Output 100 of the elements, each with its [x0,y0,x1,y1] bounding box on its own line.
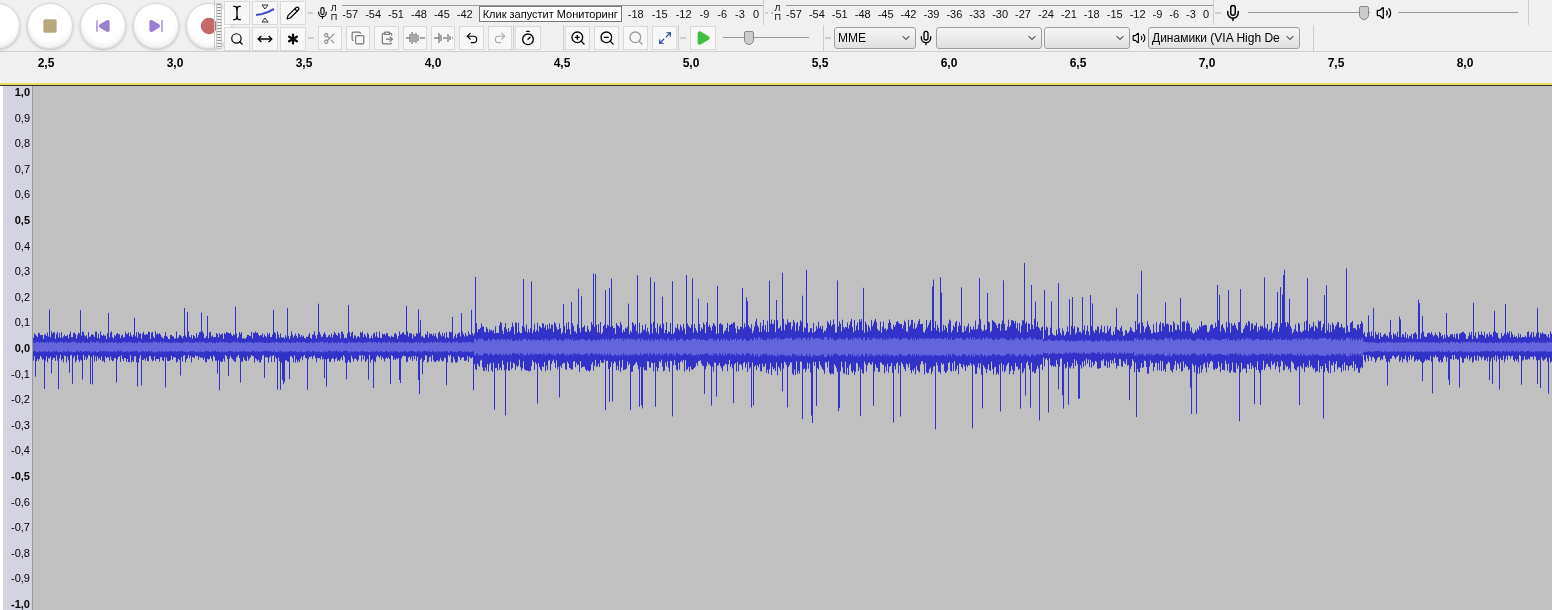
toolbar-grip[interactable] [308,11,313,14]
skip-to-end-button[interactable] [133,2,179,49]
audio-host-dropdown[interactable]: MME [834,27,916,49]
trim-icon [404,31,425,45]
zoom-tool-button[interactable] [224,27,250,51]
toolbar-grip[interactable] [765,11,768,14]
stop-icon [42,17,58,34]
fit-project-button[interactable] [652,26,677,50]
meter-tick-label: -24 [1038,8,1054,20]
scale-label: -0,1 [11,367,30,380]
draw-tool-button[interactable] [280,1,306,25]
envelope-icon [254,3,276,23]
trim-button[interactable] [402,26,428,50]
slider-thumb[interactable] [743,31,754,45]
multi-tool-button[interactable] [280,27,306,51]
meter-tick-label: -15 [651,8,668,20]
scissors-icon [323,31,337,45]
channel-label: Л [330,3,338,13]
skip-to-start-button[interactable] [80,2,126,49]
zoom-out-icon [598,30,615,46]
sync-lock-button[interactable] [515,26,541,50]
record-icon [200,16,218,35]
paste-icon [379,31,394,45]
selection-tool-button[interactable] [224,1,250,25]
scale-label: -0,2 [11,393,30,406]
time-shift-tool-button[interactable] [252,27,278,51]
play-icon [695,30,711,46]
stopwatch-icon [520,30,536,46]
ruler-label: 4,5 [553,56,571,70]
ruler-label: 7,0 [1198,56,1216,70]
skip-to-end-icon [148,17,164,34]
meter-tick-label: -18 [1083,8,1100,20]
meter-tick-label: -27 [1015,8,1031,20]
scale-label: -0,5 [11,469,30,482]
meter-tick-label: -9 [1152,8,1163,20]
scale-label: 0,0 [14,341,30,354]
scale-label: 0,3 [14,265,30,278]
expand-arrows-icon [657,31,672,45]
meter-tick-label: -51 [831,8,848,20]
toolbar-grip[interactable] [216,3,222,49]
scale-label: 0,5 [14,213,30,226]
scale-label: 1,0 [14,86,30,98]
meter-tick-label: -57 [786,8,802,20]
meter-tick-label: 0 [752,8,759,20]
meter-tick-label: -6 [717,8,728,20]
scale-label: -0,8 [11,546,30,559]
meter-tick-label: -9 [699,8,710,20]
playback-meter[interactable]: -57 -54 -51 -48 -45 -42 -39 -36 -33 -30 -27 -24 -21 -18 -15 -12 -9 -6 -3 0 [786,4,1213,23]
magnifier-icon [230,32,244,46]
scale-label: 0,7 [14,162,30,175]
scale-label: 0,8 [14,137,30,150]
meter-tick-label: -48 [410,8,427,20]
recording-channels-dropdown[interactable] [1044,27,1130,49]
play-at-speed-button[interactable] [690,26,716,50]
meter-tick-label: -48 [854,8,871,20]
scale-label: -1,0 [11,597,30,610]
scale-label: 0,4 [14,239,30,252]
ruler-label: 5,0 [682,56,700,70]
stop-button[interactable] [27,2,73,49]
meter-tick-label: 0 [1202,8,1209,20]
recording-meter[interactable]: -57 -54 -51 -48 -45 -42 Клик запустит Мониторинг -18 -15 -12 -9 -6 -3 0 [342,4,763,23]
meter-tick-label: -54 [808,8,825,20]
ruler-label: 3,5 [295,56,313,70]
zoom-out-button[interactable] [594,26,619,50]
meter-tick-label: -12 [675,8,692,20]
microphone-icon [918,30,934,46]
recording-device-dropdown[interactable] [936,27,1042,49]
zoom-in-button[interactable] [565,26,590,50]
scale-label: -0,7 [11,521,30,534]
slider-thumb[interactable] [1358,5,1369,20]
meter-tick-label: -33 [969,8,986,20]
silence-icon [433,31,454,45]
ruler-label: 7,5 [1327,56,1345,70]
meter-tick-label: -30 [992,8,1009,20]
scale-label: -0,3 [11,418,30,431]
redo-icon [492,31,507,45]
paste-button[interactable] [374,26,399,50]
skip-to-start-icon [95,17,111,34]
undo-button[interactable] [459,26,484,50]
toolbar-grip[interactable] [1215,11,1221,14]
meter-tick-label: -3 [735,8,745,20]
scale-label: -0,6 [11,495,30,508]
copy-button[interactable] [346,26,371,50]
meter-tick-label: -57 [342,8,359,20]
copy-icon [351,31,366,45]
meter-tick-label: -15 [1106,8,1123,20]
scale-label: 0,1 [14,316,30,329]
meter-tick-label: -54 [365,8,382,20]
playback-device-dropdown[interactable]: Динамики (VIA High De [1148,27,1300,49]
microphone-icon [1224,3,1242,22]
envelope-tool-button[interactable] [252,1,278,25]
meter-tick-label: -51 [388,8,404,20]
ruler-label: 6,5 [1069,56,1087,70]
magnifier-icon [627,30,644,46]
channel-label: Л [774,3,782,13]
tooltip: Клик запустит Мониторинг [478,6,622,22]
meter-tick-label: -3 [1186,8,1196,20]
scale-label: -0,9 [11,572,30,585]
ruler-label: 8,0 [1456,56,1474,70]
scale-label: 0,6 [14,188,30,201]
